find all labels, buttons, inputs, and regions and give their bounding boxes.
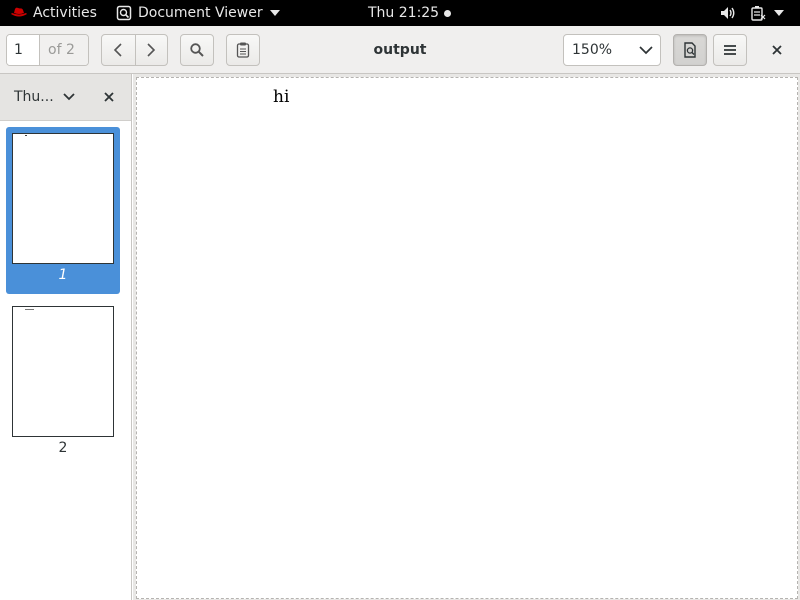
- chevron-down-icon: [269, 10, 280, 16]
- gnome-top-bar: Activities Document Viewer Thu 21:25: [0, 0, 800, 26]
- annotations-button[interactable]: [226, 34, 260, 66]
- document-page: hi: [136, 77, 798, 599]
- chevron-down-icon: [639, 45, 653, 54]
- battery-icon: [751, 6, 766, 21]
- hamburger-menu-icon: [724, 45, 736, 55]
- thumbnail-text-mark: [25, 135, 27, 136]
- page-thumbnail-preview: [12, 306, 114, 437]
- search-icon: [190, 43, 204, 57]
- page-selector: of 2: [6, 34, 89, 66]
- clock[interactable]: Thu 21:25: [368, 0, 452, 26]
- document-view[interactable]: hi: [133, 74, 800, 600]
- close-window-button[interactable]: [766, 34, 788, 66]
- page-thumbnail-preview: [12, 133, 114, 264]
- page-navigation: [101, 34, 168, 66]
- system-menu[interactable]: [774, 0, 784, 26]
- notification-dot-icon: [444, 9, 452, 17]
- app-menu[interactable]: Document Viewer: [116, 0, 280, 26]
- document-viewer-icon: [116, 5, 132, 21]
- previous-page-button[interactable]: [102, 35, 135, 65]
- document-text: hi: [273, 87, 290, 107]
- activities-button[interactable]: Activities: [10, 0, 97, 26]
- go-next-icon: [147, 43, 156, 57]
- redhat-icon: [11, 7, 27, 17]
- page-number-input[interactable]: [7, 35, 40, 65]
- main-menu-button[interactable]: [713, 34, 747, 66]
- chevron-down-icon[interactable]: [62, 90, 76, 104]
- page-thumbnail[interactable]: 2: [6, 300, 120, 460]
- page-icon: [684, 42, 696, 58]
- chevron-down-icon: [774, 10, 784, 16]
- close-icon: [772, 45, 782, 55]
- search-button[interactable]: [180, 34, 214, 66]
- sidebar-header: Thu...: [0, 74, 131, 121]
- page-thumbnail-label: 1: [58, 267, 68, 283]
- continuous-page-toggle-button[interactable]: [673, 34, 707, 66]
- volume-indicator[interactable]: [720, 0, 736, 26]
- zoom-dropdown-arrow: [632, 45, 660, 55]
- sidebar: Thu... 1 2: [0, 74, 132, 600]
- clock-label: Thu 21:25: [368, 5, 440, 21]
- close-icon[interactable]: [102, 90, 116, 104]
- annotations-icon: [236, 42, 250, 58]
- app-menu-label: Document Viewer: [138, 5, 263, 21]
- page-thumbnail-label: 2: [58, 440, 68, 456]
- header-bar: of 2 output 150%: [0, 26, 800, 74]
- go-previous-icon: [114, 43, 122, 57]
- zoom-selector[interactable]: 150%: [563, 34, 661, 66]
- page-thumbnail[interactable]: 1: [6, 127, 120, 294]
- thumbnail-text-mark: [25, 309, 34, 310]
- next-page-button[interactable]: [134, 35, 168, 65]
- document-title: output: [373, 42, 427, 58]
- battery-indicator[interactable]: [750, 0, 766, 26]
- volume-icon: [721, 7, 735, 19]
- zoom-value: 150%: [572, 42, 613, 58]
- activities-label: Activities: [33, 5, 97, 21]
- page-count-label: of 2: [40, 35, 88, 65]
- sidebar-mode-selector[interactable]: Thu...: [14, 74, 54, 120]
